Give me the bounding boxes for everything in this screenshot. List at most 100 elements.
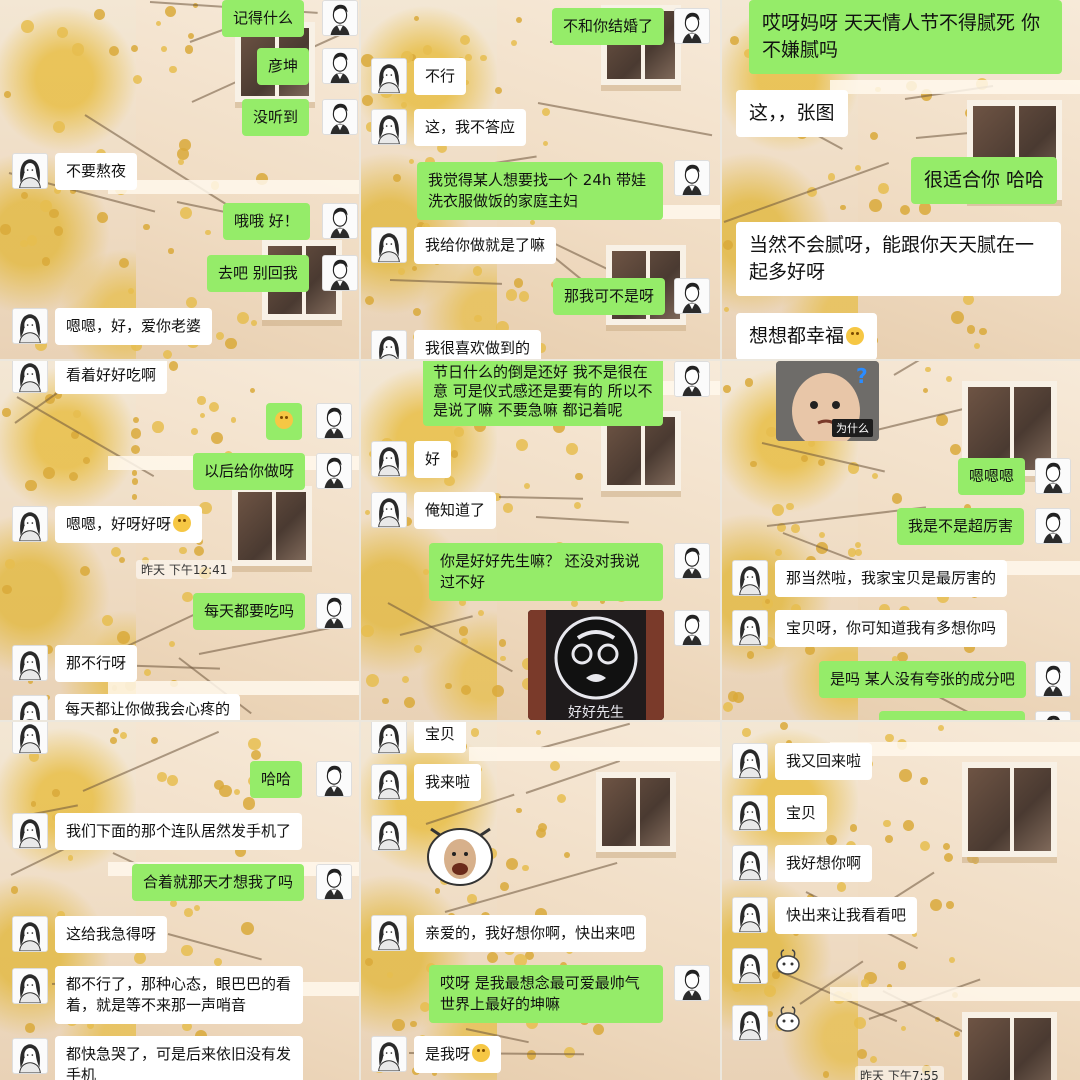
female-avatar-icon[interactable]	[732, 743, 768, 779]
chat-bubble-received[interactable]: 都不行了，那种心态，眼巴巴的看着，就是等不来那一声哨音	[55, 966, 303, 1024]
male-avatar-icon[interactable]	[674, 278, 710, 314]
chat-bubble-sent[interactable]: 你是好好先生嘛？ 还没对我说过不好	[429, 543, 663, 601]
male-avatar-icon[interactable]	[316, 403, 352, 439]
female-avatar-icon[interactable]	[732, 560, 768, 596]
chat-bubble-received[interactable]: 这，我不答应	[414, 109, 527, 146]
chat-bubble-sent[interactable]: 很适合你 哈哈	[911, 157, 1058, 204]
chat-bubble-received[interactable]: 嗯嗯，好呀好呀	[55, 506, 203, 543]
male-avatar-icon[interactable]	[316, 593, 352, 629]
female-avatar-icon[interactable]	[12, 645, 48, 681]
female-avatar-icon[interactable]	[371, 330, 407, 359]
female-avatar-icon[interactable]	[12, 308, 48, 344]
male-avatar-icon[interactable]	[316, 864, 352, 900]
bunny-sticker-icon[interactable]	[774, 1005, 802, 1033]
chat-bubble-received[interactable]: 不行	[414, 58, 467, 95]
chat-bubble-received[interactable]: 想想都幸福	[736, 313, 878, 359]
chat-bubble-sent[interactable]: 彦坤	[257, 48, 310, 85]
male-avatar-icon[interactable]	[1035, 458, 1071, 494]
chat-bubble-sent[interactable]: 没听到	[242, 99, 310, 136]
chat-bubble-sent[interactable]: 哈哈	[250, 761, 303, 798]
male-avatar-icon[interactable]	[674, 610, 710, 646]
chat-bubble-sent[interactable]: 嗯嗯嗯	[958, 458, 1026, 495]
male-avatar-icon[interactable]	[1035, 661, 1071, 697]
chat-bubble-sent[interactable]: 节日什么的倒是还好 我不是很在意 可是仪式感还是要有的 所以不是说了嘛 不要急嘛…	[423, 361, 663, 426]
male-avatar-icon[interactable]	[322, 255, 358, 291]
chat-bubble-received[interactable]: 我给你做就是了嘛	[414, 227, 557, 264]
female-avatar-icon[interactable]	[371, 58, 407, 94]
female-avatar-icon[interactable]	[732, 948, 768, 984]
chat-bubble-sent[interactable]: 我是不是超厉害	[897, 508, 1025, 545]
chat-bubble-received[interactable]: 宝贝呀，你可知道我有多想你吗	[775, 610, 1008, 647]
female-avatar-icon[interactable]	[371, 492, 407, 528]
female-avatar-icon[interactable]	[371, 441, 407, 477]
chat-bubble-received[interactable]: 宝贝	[775, 795, 828, 832]
chat-bubble-sent[interactable]: 我觉得某人想要找一个 24h 带娃洗衣服做饭的家庭主妇	[417, 162, 663, 220]
chat-bubble-received[interactable]: 看着好好吃啊	[55, 361, 168, 394]
female-avatar-icon[interactable]	[732, 845, 768, 881]
chat-bubble-sent[interactable]: 那我可不是呀	[553, 278, 666, 315]
male-avatar-icon[interactable]	[674, 543, 710, 579]
female-avatar-icon[interactable]	[12, 813, 48, 849]
female-avatar-icon[interactable]	[371, 227, 407, 263]
chat-bubble-received[interactable]: 我很喜欢做到的	[414, 330, 542, 359]
female-avatar-icon[interactable]	[732, 897, 768, 933]
male-avatar-icon[interactable]	[674, 8, 710, 44]
female-avatar-icon[interactable]	[371, 109, 407, 145]
female-avatar-icon[interactable]	[732, 610, 768, 646]
female-avatar-icon[interactable]	[12, 153, 48, 189]
chat-bubble-received[interactable]: 我们下面的那个连队居然发手机了	[55, 813, 303, 850]
chat-bubble-sent[interactable]: 哎呀 是我最想念最可爱最帅气世界上最好的坤嘛	[429, 965, 663, 1023]
chat-bubble-received[interactable]: 是我呀	[414, 1036, 502, 1073]
sticker-image[interactable]: ? 为什么	[776, 361, 879, 441]
chat-bubble-received[interactable]: 都快急哭了，可是后来依旧没有发手机	[55, 1036, 303, 1080]
female-avatar-icon[interactable]	[12, 1038, 48, 1074]
female-avatar-icon[interactable]	[371, 815, 407, 851]
male-avatar-icon[interactable]	[316, 453, 352, 489]
male-avatar-icon[interactable]	[322, 99, 358, 135]
female-avatar-icon[interactable]	[371, 1036, 407, 1072]
male-avatar-icon[interactable]	[674, 160, 710, 196]
chat-bubble-received[interactable]: 这，，张图	[736, 90, 848, 137]
female-avatar-icon[interactable]	[12, 916, 48, 952]
chat-bubble-received[interactable]: 我来啦	[414, 764, 482, 801]
bunny-sticker-icon[interactable]	[774, 948, 802, 976]
male-avatar-icon[interactable]	[1035, 711, 1071, 720]
chat-bubble-sent[interactable]: 不和你结婚了	[552, 8, 665, 45]
female-avatar-icon[interactable]	[371, 764, 407, 800]
female-avatar-icon[interactable]	[732, 795, 768, 831]
male-avatar-icon[interactable]	[322, 0, 358, 36]
chat-bubble-received[interactable]: 宝贝	[414, 722, 467, 753]
chat-bubble-received[interactable]: 每天都让你做我会心疼的就是那天 521 的时候	[55, 694, 240, 720]
chat-bubble-sent[interactable]	[266, 403, 302, 440]
chat-bubble-received[interactable]: 我好想你啊	[775, 845, 873, 882]
chat-bubble-received[interactable]: 快出来让我看看吧	[775, 897, 918, 934]
chat-bubble-received[interactable]: 当然不会腻呀，能跟你天天腻在一起多好呀	[736, 222, 1061, 296]
chat-bubble-sent[interactable]: 是吗 某人没有夸张的成分吧	[819, 661, 1026, 698]
male-avatar-icon[interactable]	[674, 361, 710, 397]
female-avatar-icon[interactable]	[12, 722, 48, 754]
female-avatar-icon[interactable]	[371, 915, 407, 951]
chat-bubble-sent[interactable]: 以后给你做呀	[193, 453, 306, 490]
chat-bubble-received[interactable]: 这给我急得呀	[55, 916, 168, 953]
chat-bubble-sent[interactable]: 每天都要吃吗	[193, 593, 306, 630]
chat-bubble-sent[interactable]: 哎呀妈呀 天天情人节不得腻死 你不嫌腻吗	[749, 0, 1062, 74]
male-avatar-icon[interactable]	[316, 761, 352, 797]
chat-bubble-sent[interactable]: 记得什么	[222, 0, 305, 37]
female-avatar-icon[interactable]	[371, 722, 407, 754]
sticker-image[interactable]	[423, 819, 498, 887]
chat-bubble-received[interactable]: 亲爱的，我好想你啊，快出来吧	[414, 915, 647, 952]
male-avatar-icon[interactable]	[674, 965, 710, 1001]
chat-bubble-received[interactable]: 嗯嗯，好，爱你老婆	[55, 308, 213, 345]
female-avatar-icon[interactable]	[12, 968, 48, 1004]
chat-bubble-received[interactable]: 俺知道了	[414, 492, 497, 529]
male-avatar-icon[interactable]	[322, 203, 358, 239]
male-avatar-icon[interactable]	[1035, 508, 1071, 544]
chat-bubble-sent[interactable]: 合着就那天才想我了吗	[132, 864, 305, 901]
chat-bubble-sent[interactable]: 哦哦 好！	[223, 203, 310, 240]
chat-bubble-received[interactable]: 我又回来啦	[775, 743, 873, 780]
female-avatar-icon[interactable]	[732, 1005, 768, 1041]
chat-bubble-received[interactable]: 好	[414, 441, 452, 478]
chat-bubble-received[interactable]: 那不行呀	[55, 645, 138, 682]
sticker-image[interactable]: 好好先生	[528, 610, 664, 720]
chat-bubble-received[interactable]: 不要熬夜	[55, 153, 138, 190]
